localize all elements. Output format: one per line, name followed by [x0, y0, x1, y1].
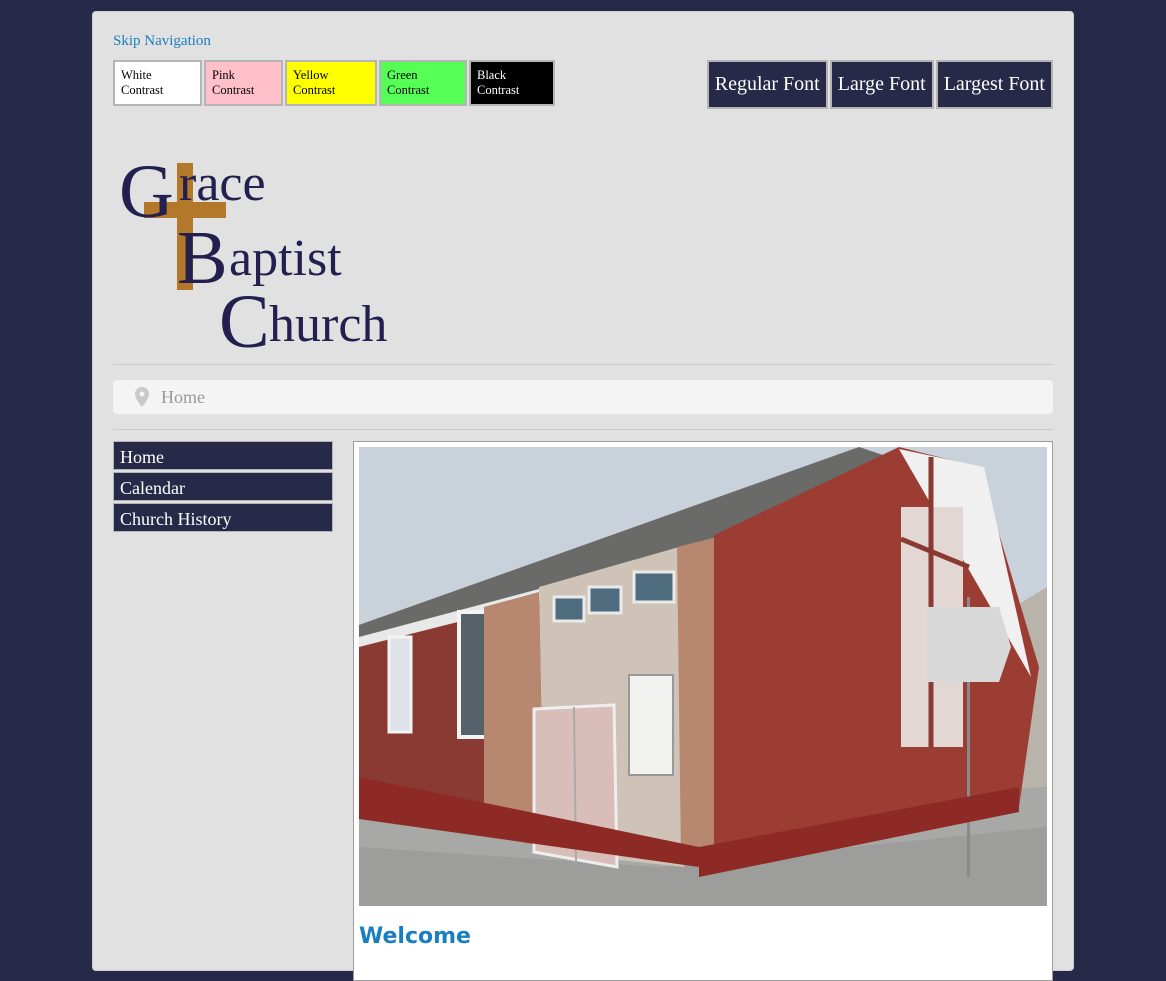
- nav-item-church-history[interactable]: Church History: [113, 503, 333, 532]
- welcome-heading: Welcome: [359, 924, 471, 949]
- divider: [113, 429, 1053, 430]
- church-building-photo: [359, 447, 1047, 906]
- grace-baptist-church-logo[interactable]: G race B aptist C hurch: [113, 127, 413, 357]
- black-contrast-button[interactable]: Black Contrast: [469, 60, 555, 106]
- main-content: Welcome: [353, 441, 1053, 981]
- logo-c-initial: C: [219, 280, 270, 357]
- pink-contrast-button[interactable]: Pink Contrast: [204, 60, 283, 106]
- logo-church-rest: hurch: [269, 296, 387, 353]
- nav-item-calendar[interactable]: Calendar: [113, 472, 333, 501]
- map-pin-icon: [135, 387, 149, 407]
- white-contrast-button[interactable]: White Contrast: [113, 60, 202, 106]
- yellow-contrast-button[interactable]: Yellow Contrast: [285, 60, 377, 106]
- skip-navigation-link[interactable]: Skip Navigation: [113, 33, 211, 50]
- logo-grace-rest: race: [179, 155, 266, 212]
- breadcrumb-home[interactable]: Home: [161, 387, 205, 408]
- side-navigation: Home Calendar Church History: [113, 441, 333, 534]
- nav-item-home[interactable]: Home: [113, 441, 333, 470]
- logo-baptist-rest: aptist: [229, 230, 342, 287]
- breadcrumb: Home: [113, 380, 1053, 414]
- regular-font-button[interactable]: Regular Font: [706, 60, 828, 109]
- logo-g-initial: G: [119, 150, 174, 234]
- largest-font-button[interactable]: Largest Font: [935, 60, 1053, 109]
- divider: [113, 364, 1053, 365]
- page-container: Skip Navigation White Contrast Pink Cont…: [92, 11, 1074, 981]
- green-contrast-button[interactable]: Green Contrast: [379, 60, 467, 106]
- large-font-button[interactable]: Large Font: [829, 60, 934, 109]
- contrast-toolbar: White Contrast Pink Contrast Yellow Cont…: [113, 60, 555, 106]
- font-size-toolbar: Regular Font Large Font Largest Font: [706, 60, 1053, 109]
